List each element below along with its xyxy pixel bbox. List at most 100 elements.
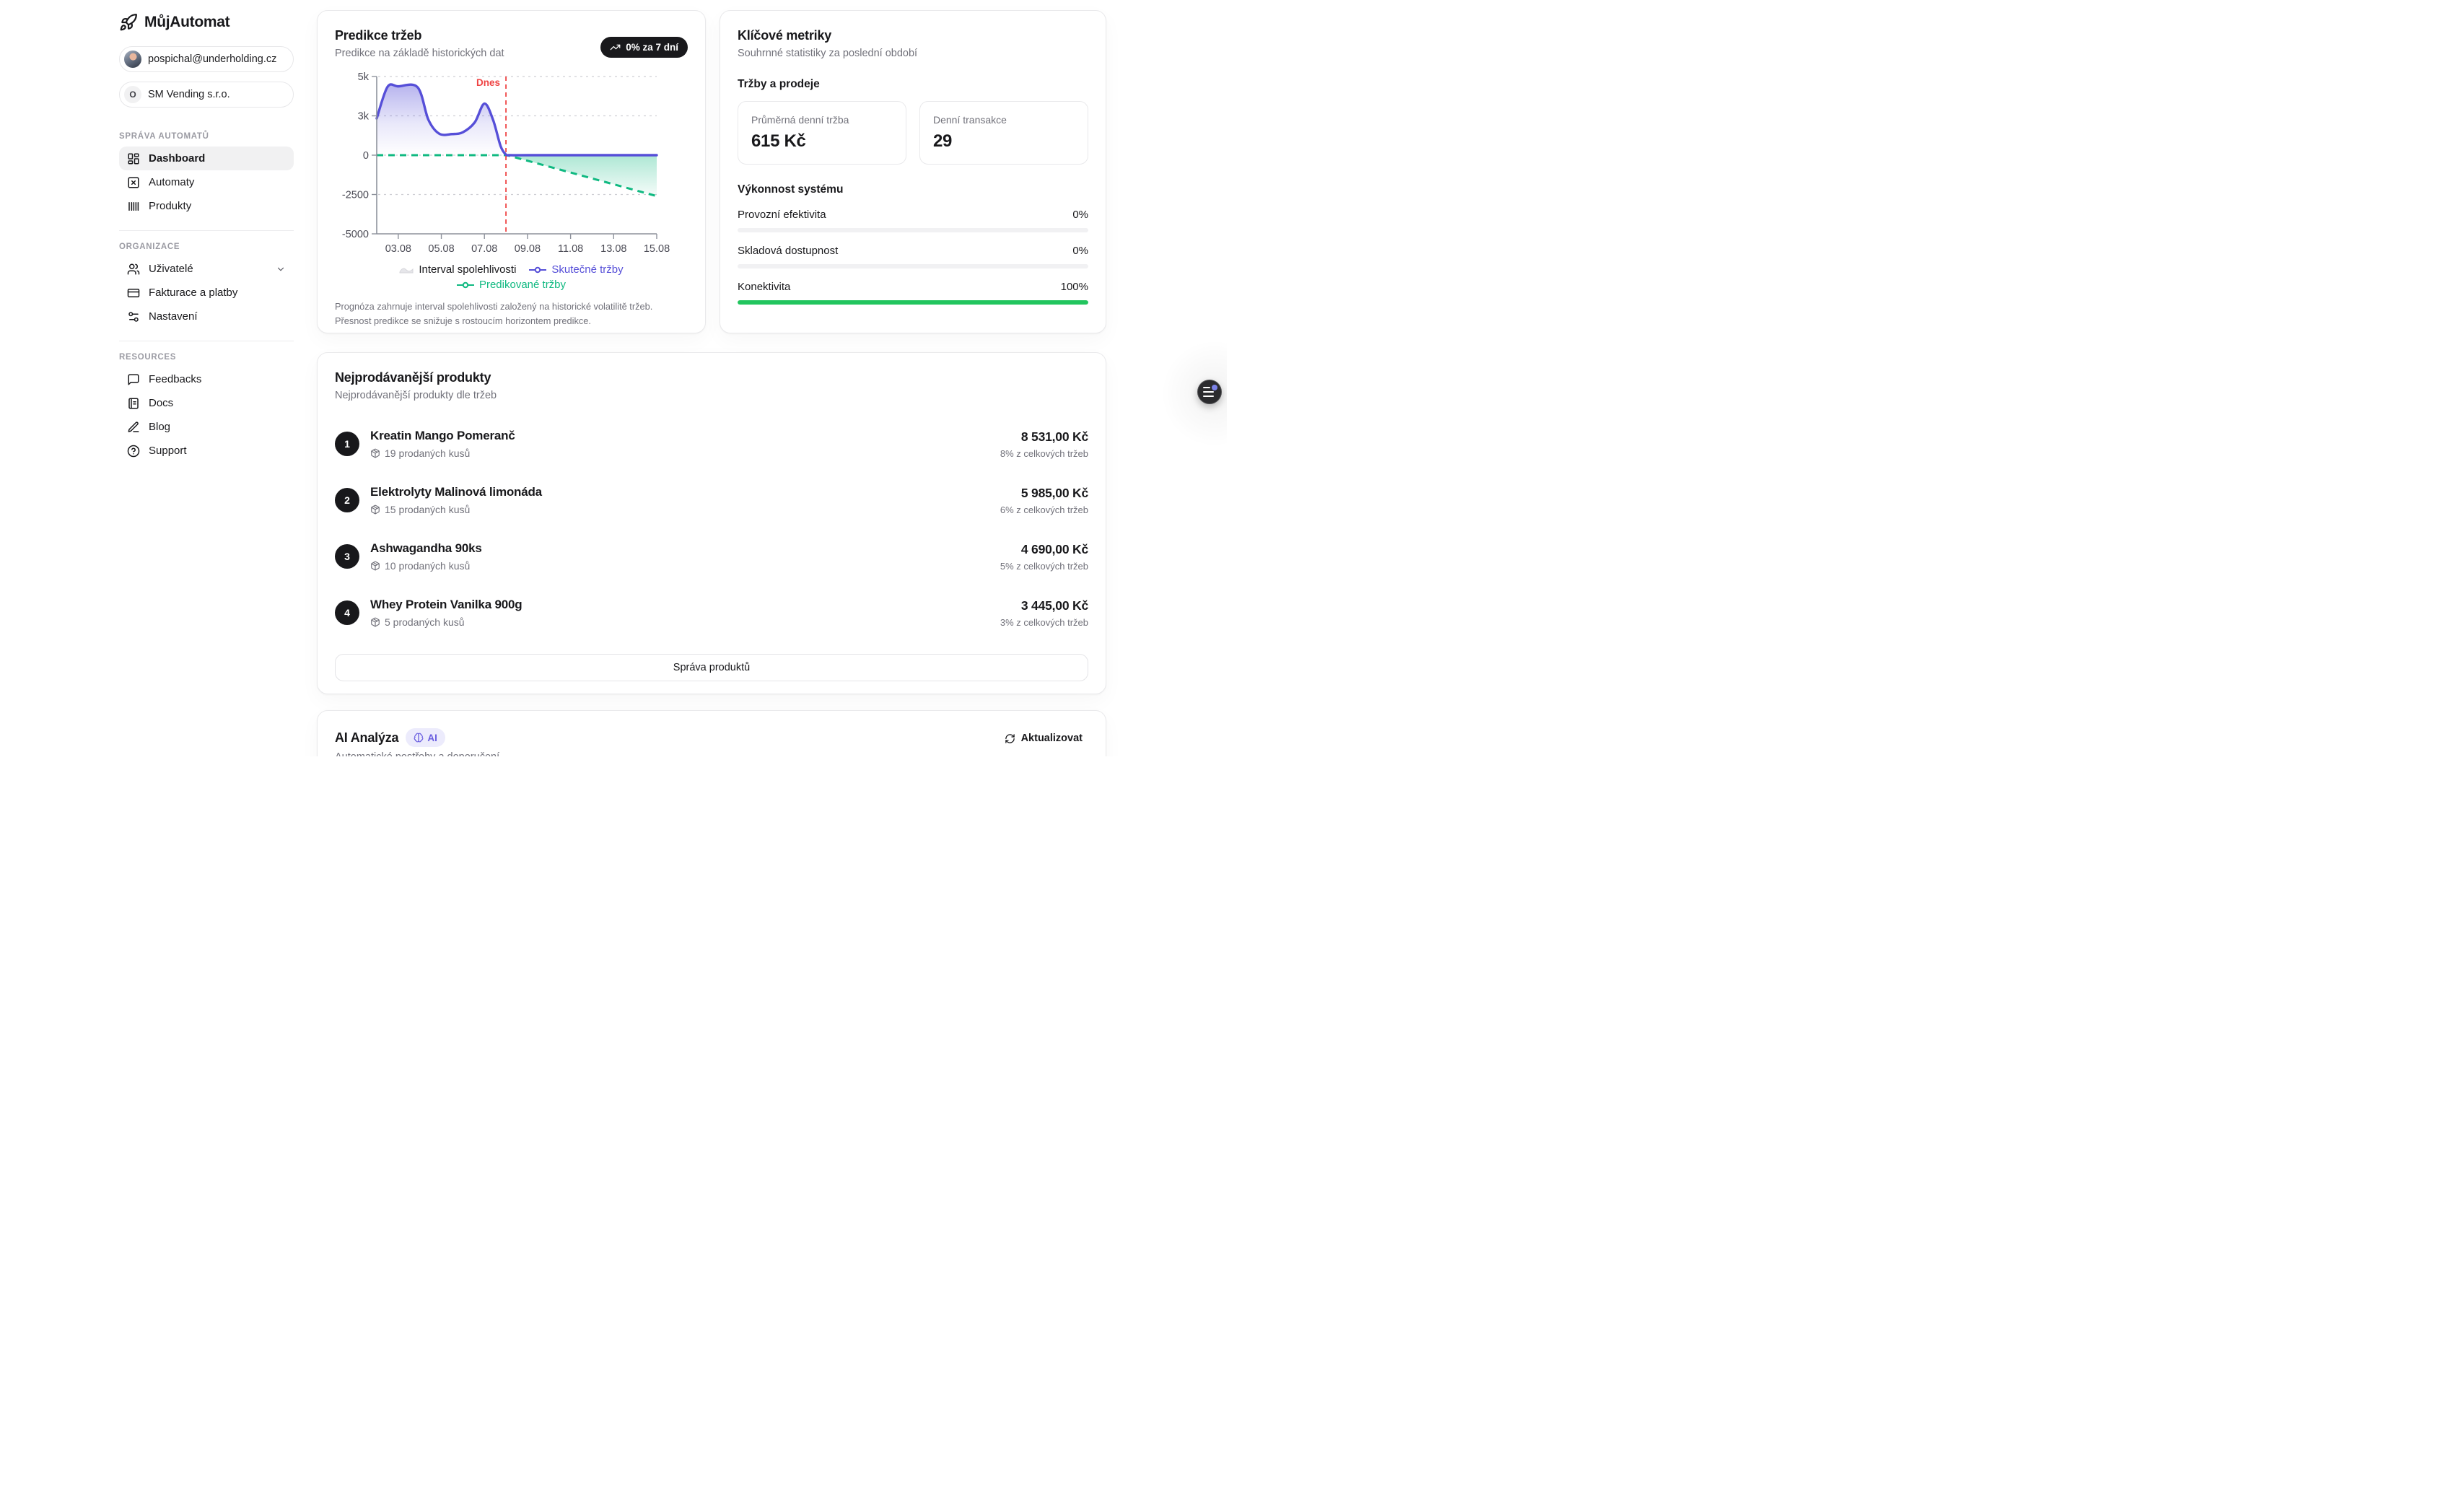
brain-icon xyxy=(414,733,424,743)
product-revenue: 3 445,00 Kč xyxy=(1000,598,1088,613)
sidebar-item-fakturace[interactable]: Fakturace a platby xyxy=(119,281,294,305)
key-metrics-card: Klíčové metriky Souhrnné statistiky za p… xyxy=(720,10,1106,333)
ai-analysis-card: AI Analýza AI Automatické postřehy a dop… xyxy=(317,710,1106,756)
package-icon xyxy=(370,561,380,571)
metrics-card-subtitle: Souhrnné statistiky za poslední období xyxy=(738,48,1088,59)
prediction-card: Predikce tržeb Predikce na základě histo… xyxy=(317,10,706,333)
feedback-widget-button[interactable] xyxy=(1197,380,1222,404)
sidebar-item-label: Support xyxy=(149,445,187,457)
user-account-chip[interactable]: pospichal@underholding.cz xyxy=(119,46,294,72)
chart-footnote: Prognóza zahrnuje interval spolehlivosti… xyxy=(335,300,688,329)
sidebar-item-uzivatele[interactable]: Uživatelé xyxy=(119,257,294,281)
product-sold: 15 prodaných kusů xyxy=(370,504,542,515)
credit-card-icon xyxy=(127,287,140,300)
dashboard-icon xyxy=(127,152,140,165)
sidebar: MůjAutomat pospichal@underholding.cz O S… xyxy=(119,0,294,463)
products-card-title: Nejprodávanější produkty xyxy=(335,370,1088,385)
product-row[interactable]: 1 Kreatin Mango Pomeranč 19 prodaných ku… xyxy=(335,416,1088,472)
performance-metric-efficiency: Provozní efektivita 0% xyxy=(738,209,1088,232)
top-products-card: Nejprodávanější produkty Nejprodávanější… xyxy=(317,352,1106,694)
trend-badge-label: 0% za 7 dní xyxy=(626,42,678,53)
sidebar-item-docs[interactable]: Docs xyxy=(119,391,294,415)
sidebar-item-support[interactable]: Support xyxy=(119,439,294,463)
sidebar-item-label: Automaty xyxy=(149,176,194,188)
sidebar-item-produkty[interactable]: Produkty xyxy=(119,194,294,218)
sidebar-item-label: Docs xyxy=(149,397,173,409)
performance-metric-connectivity: Konektivita 100% xyxy=(738,281,1088,305)
product-row[interactable]: 2 Elektrolyty Malinová limonáda 15 proda… xyxy=(335,472,1088,528)
legend-item-predicted: Predikované tržby xyxy=(457,279,566,291)
package-icon xyxy=(370,617,380,627)
message-icon xyxy=(127,373,140,386)
svg-text:07.08: 07.08 xyxy=(471,243,497,255)
product-row[interactable]: 4 Whey Protein Vanilka 900g 5 prodaných … xyxy=(335,585,1088,641)
svg-text:-5000: -5000 xyxy=(342,229,369,240)
users-icon xyxy=(127,263,140,276)
product-sold: 5 prodaných kusů xyxy=(370,616,522,628)
svg-text:-2500: -2500 xyxy=(342,190,369,201)
sidebar-item-label: Nastavení xyxy=(149,310,198,323)
vending-machine-icon xyxy=(127,176,140,189)
notification-dot xyxy=(1212,385,1217,390)
stat-daily-transactions: Denní transakce 29 xyxy=(919,101,1088,165)
ai-card-title: AI Analýza xyxy=(335,730,398,746)
svg-text:03.08: 03.08 xyxy=(385,243,411,255)
docs-icon xyxy=(127,397,140,410)
sidebar-item-label: Dashboard xyxy=(149,152,205,165)
rank-badge: 2 xyxy=(335,488,359,512)
manage-products-button[interactable]: Správa produktů xyxy=(335,654,1088,681)
svg-text:05.08: 05.08 xyxy=(428,243,454,255)
sidebar-item-blog[interactable]: Blog xyxy=(119,415,294,439)
product-name: Elektrolyty Malinová limonáda xyxy=(370,485,542,499)
product-revenue: 8 531,00 Kč xyxy=(1000,429,1088,445)
products-card-subtitle: Nejprodávanější produkty dle tržeb xyxy=(335,390,1088,401)
dashboard-page: MůjAutomat pospichal@underholding.cz O S… xyxy=(0,0,1227,756)
app-name: MůjAutomat xyxy=(144,14,229,31)
product-share: 6% z celkových tržeb xyxy=(1000,504,1088,515)
barcode-icon xyxy=(127,200,140,213)
sidebar-item-label: Blog xyxy=(149,421,170,433)
progress-fill xyxy=(738,300,1088,305)
prediction-chart: Dnes5k3k0-2500-500003.0805.0807.0809.081… xyxy=(325,69,680,258)
svg-text:11.08: 11.08 xyxy=(558,243,583,255)
refresh-button[interactable]: Aktualizovat xyxy=(999,728,1088,748)
product-name: Whey Protein Vanilka 900g xyxy=(370,598,522,612)
menu-lines-icon xyxy=(1203,387,1210,389)
product-share: 5% z celkových tržeb xyxy=(1000,561,1088,572)
user-email: pospichal@underholding.cz xyxy=(148,53,276,65)
rank-badge: 1 xyxy=(335,432,359,456)
sidebar-item-nastaveni[interactable]: Nastavení xyxy=(119,305,294,328)
performance-metric-stock: Skladová dostupnost 0% xyxy=(738,245,1088,268)
sales-section-title: Tržby a prodeje xyxy=(738,78,1088,91)
sidebar-item-label: Fakturace a platby xyxy=(149,287,237,299)
sidebar-item-feedbacks[interactable]: Feedbacks xyxy=(119,367,294,391)
product-sold: 19 prodaných kusů xyxy=(370,447,515,459)
product-name: Ashwagandha 90ks xyxy=(370,541,482,556)
rank-badge: 3 xyxy=(335,544,359,569)
product-share: 3% z celkových tržeb xyxy=(1000,617,1088,628)
organization-chip[interactable]: O SM Vending s.r.o. xyxy=(119,82,294,108)
svg-text:09.08: 09.08 xyxy=(515,243,541,255)
package-icon xyxy=(370,448,380,458)
organization-avatar: O xyxy=(124,86,141,103)
sidebar-section-resources: RESOURCES xyxy=(119,353,294,362)
progress-track xyxy=(738,228,1088,232)
chart-legend: Interval spolehlivosti Skutečné tržby Pr… xyxy=(335,263,688,291)
user-avatar xyxy=(124,51,141,68)
organization-name: SM Vending s.r.o. xyxy=(148,89,230,100)
rocket-icon xyxy=(119,13,138,32)
product-sold: 10 prodaných kusů xyxy=(370,560,482,572)
product-revenue: 4 690,00 Kč xyxy=(1000,542,1088,557)
svg-text:3k: 3k xyxy=(358,111,370,123)
products-list: 1 Kreatin Mango Pomeranč 19 prodaných ku… xyxy=(335,416,1088,641)
sidebar-item-automaty[interactable]: Automaty xyxy=(119,170,294,194)
svg-text:15.08: 15.08 xyxy=(644,243,670,255)
svg-text:Dnes: Dnes xyxy=(476,77,500,88)
actual-line-marker-icon xyxy=(529,266,546,274)
metrics-card-title: Klíčové metriky xyxy=(738,28,1088,43)
product-row[interactable]: 3 Ashwagandha 90ks 10 prodaných kusů 4 6… xyxy=(335,528,1088,585)
progress-track xyxy=(738,300,1088,305)
svg-text:0: 0 xyxy=(363,150,369,162)
sidebar-item-dashboard[interactable]: Dashboard xyxy=(119,147,294,170)
svg-text:13.08: 13.08 xyxy=(600,243,626,255)
